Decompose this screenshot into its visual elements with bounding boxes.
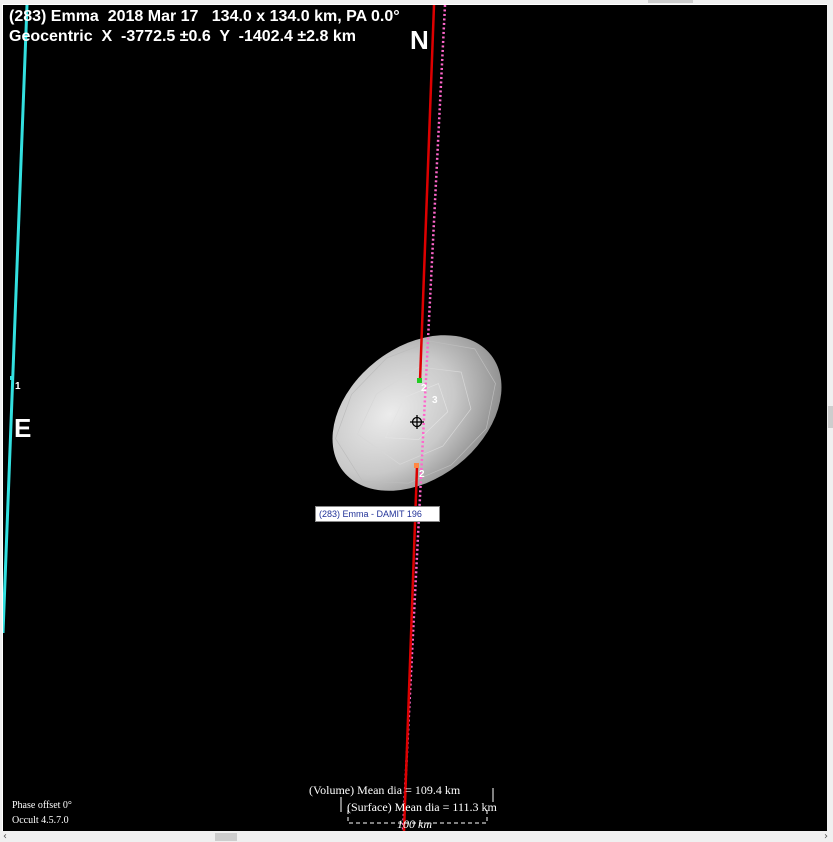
surface-mean-diameter: (Surface) Mean dia = 111.3 km — [347, 800, 497, 814]
chord-label-1: 1 — [15, 381, 21, 392]
chord-line-1 — [3, 5, 29, 634]
chord-line-2-upper — [418, 5, 436, 382]
plot-graphics — [3, 5, 502, 831]
volume-mean-diameter: (Volume) Mean dia = 109.4 km — [309, 783, 461, 797]
horizontal-scroll-thumb[interactable] — [215, 833, 237, 841]
chord-marker-1 — [10, 376, 14, 380]
top-scroll-thumb[interactable] — [648, 0, 693, 3]
software-version: Occult 4.5.7.0 — [12, 815, 69, 826]
vertical-scroll-thumb[interactable] — [828, 406, 833, 428]
asteroid-profile-plot: (283) Emma 2018 Mar 17 134.0 x 134.0 km,… — [2, 4, 827, 831]
horizontal-scrollbar[interactable] — [0, 831, 833, 841]
chord-marker-reappear — [414, 463, 419, 468]
east-indicator: E — [14, 413, 32, 443]
shape-model-label: (283) Emma - DAMIT 196 — [315, 506, 440, 522]
chord-label-2-upper: 2 — [421, 383, 427, 394]
north-indicator: N — [410, 25, 429, 55]
occult-plot-window: (283) Emma 2018 Mar 17 134.0 x 134.0 km,… — [0, 0, 833, 842]
event-title: (283) Emma 2018 Mar 17 134.0 x 134.0 km,… — [9, 8, 400, 25]
scroll-right-arrow-icon[interactable]: › — [824, 831, 828, 842]
chord-label-3: 3 — [432, 395, 438, 406]
vertical-scrollbar[interactable] — [827, 0, 833, 841]
chord-label-2-lower: 2 — [419, 469, 425, 480]
scroll-left-arrow-icon[interactable]: ‹ — [3, 831, 7, 842]
geocentric-coordinates: Geocentric X -3772.5 ±0.6 Y -1402.4 ±2.8… — [9, 28, 356, 45]
phase-offset: Phase offset 0° — [12, 800, 72, 811]
scale-bar-label: 100 km — [397, 817, 432, 831]
